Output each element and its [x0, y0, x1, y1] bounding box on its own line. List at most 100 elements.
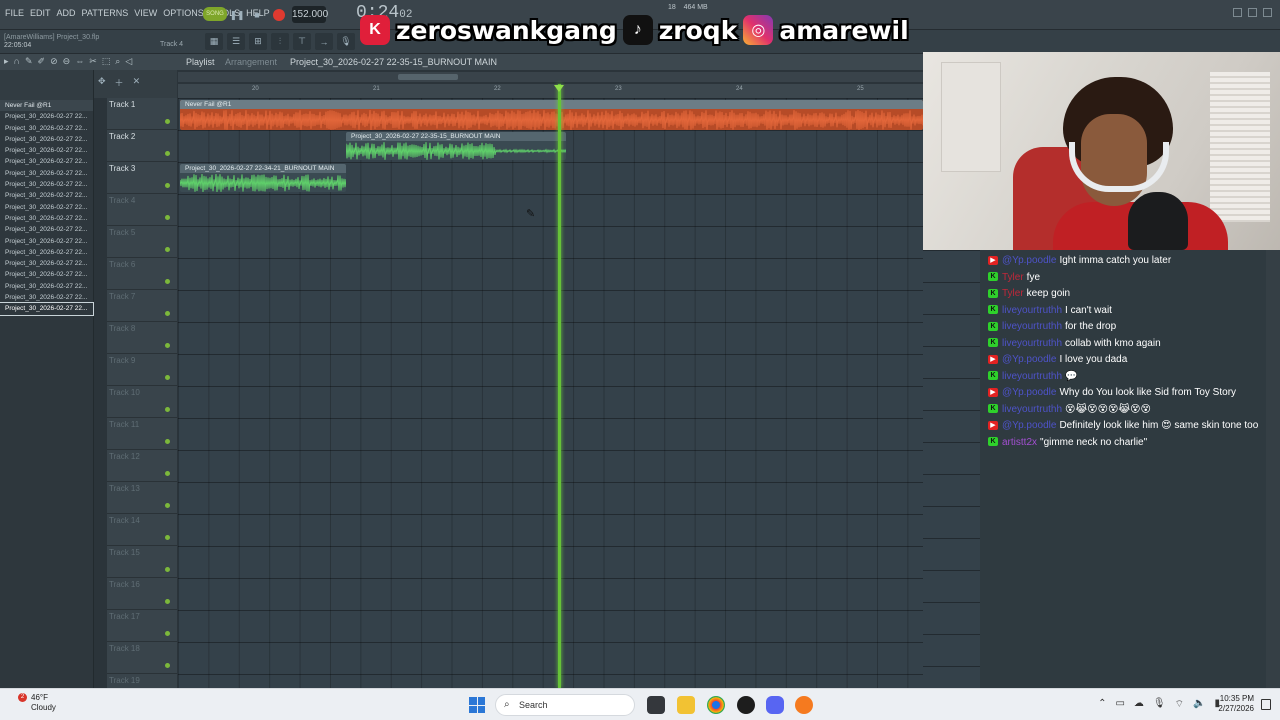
- plugin-icon[interactable]: ⊤: [293, 33, 311, 50]
- track-enable-icon[interactable]: [165, 599, 170, 604]
- close-icon[interactable]: [1263, 8, 1272, 17]
- track-enable-icon[interactable]: [165, 567, 170, 572]
- chat-username[interactable]: Tyler: [1002, 272, 1024, 283]
- browser-item[interactable]: Project_30_2026-02-27 22...: [0, 236, 93, 247]
- track-header[interactable]: Track 2: [107, 130, 177, 162]
- browser-item[interactable]: Project_30_2026-02-27 22...: [0, 281, 93, 292]
- browser-item[interactable]: Project_30_2026-02-27 22...: [0, 190, 93, 201]
- menu-file[interactable]: FILE: [5, 8, 24, 18]
- delete-icon[interactable]: ⊘: [50, 56, 58, 67]
- chat-username[interactable]: Tyler: [1002, 288, 1024, 299]
- playlist-grid[interactable]: Never Fail @R1 Project_30_2026-02-27 22-…: [178, 98, 923, 688]
- track-enable-icon[interactable]: [165, 215, 170, 220]
- browser-item[interactable]: Project_30_2026-02-27 22...: [0, 156, 93, 167]
- browser-item[interactable]: Project_30_2026-02-27 22...: [0, 247, 93, 258]
- track-enable-icon[interactable]: [165, 279, 170, 284]
- song-mode-toggle[interactable]: SONG: [203, 7, 227, 21]
- playhead[interactable]: [558, 84, 561, 688]
- playback-icon[interactable]: ◁: [125, 56, 132, 67]
- slice-icon[interactable]: ✂: [89, 56, 97, 67]
- current-pattern-label[interactable]: Project_30_2026-02-27 22-35-15_BURNOUT M…: [290, 57, 497, 67]
- menu-edit[interactable]: EDIT: [30, 8, 51, 18]
- browser-item[interactable]: Project_30_2026-02-27 22...: [0, 269, 93, 280]
- chevron-up-icon[interactable]: ⌃: [1098, 698, 1106, 711]
- browser-item[interactable]: Project_30_2026-02-27 22...: [0, 292, 93, 303]
- zoom-icon[interactable]: ⌕: [115, 56, 120, 67]
- browser-item[interactable]: Project_30_2026-02-27 22...: [0, 123, 93, 134]
- browser-item[interactable]: Project_30_2026-02-27 22...: [0, 145, 93, 156]
- clock[interactable]: 10:35 PM 2/27/2026: [1218, 694, 1254, 714]
- weather-widget[interactable]: 2 46°F Cloudy: [18, 693, 56, 713]
- track-header[interactable]: Track 5: [107, 226, 177, 258]
- menu-arrow-icon[interactable]: ▸: [4, 56, 9, 67]
- track-enable-icon[interactable]: [165, 311, 170, 316]
- tray-app-icon[interactable]: ▭: [1115, 698, 1124, 711]
- record-button[interactable]: [270, 6, 288, 24]
- brush-icon[interactable]: ✐: [38, 56, 46, 67]
- chat-username[interactable]: artistt2x: [1002, 437, 1037, 448]
- track-header[interactable]: Track 10: [107, 386, 177, 418]
- browser-item[interactable]: Project_30_2026-02-27 22...: [0, 213, 93, 224]
- menu-add[interactable]: ADD: [57, 8, 76, 18]
- slip-icon[interactable]: ⇔: [75, 56, 84, 67]
- chat-username[interactable]: liveyourtruthh: [1002, 305, 1062, 316]
- browser-item[interactable]: Project_30_2026-02-27 22...: [0, 168, 93, 179]
- browser-item[interactable]: Project_30_2026-02-27 22...: [0, 202, 93, 213]
- horizontal-scrollbar[interactable]: [178, 72, 923, 82]
- track-enable-icon[interactable]: [165, 439, 170, 444]
- track-enable-icon[interactable]: [165, 119, 170, 124]
- chat-username[interactable]: @Yp.poodle: [1002, 420, 1056, 431]
- chat-username[interactable]: liveyourtruthh: [1002, 371, 1062, 382]
- chat-username[interactable]: @Yp.poodle: [1002, 255, 1056, 266]
- track-enable-icon[interactable]: [165, 151, 170, 156]
- track-header[interactable]: Track 4: [107, 194, 177, 226]
- track-header[interactable]: Track 17: [107, 610, 177, 642]
- notifications-icon[interactable]: [1261, 699, 1271, 710]
- track-enable-icon[interactable]: [165, 535, 170, 540]
- tempo-display[interactable]: 152.000: [292, 6, 328, 23]
- browser-item[interactable]: Project_30_2026-02-27 22...: [0, 134, 93, 145]
- chat-username[interactable]: liveyourtruthh: [1002, 338, 1062, 349]
- track-header[interactable]: Track 13: [107, 482, 177, 514]
- track-enable-icon[interactable]: [165, 471, 170, 476]
- playhead-marker[interactable]: [554, 85, 564, 92]
- track-enable-icon[interactable]: [165, 375, 170, 380]
- piano-roll-icon[interactable]: ☰: [227, 33, 245, 50]
- track-enable-icon[interactable]: [165, 631, 170, 636]
- folder-icon[interactable]: [677, 696, 695, 714]
- menu-options[interactable]: OPTIONS: [163, 8, 204, 18]
- chat-username[interactable]: liveyourtruthh: [1002, 404, 1062, 415]
- browser-item[interactable]: Project_30_2026-02-27 22...: [0, 179, 93, 190]
- track-enable-icon[interactable]: [165, 663, 170, 668]
- mixer-icon[interactable]: ⫶: [271, 33, 289, 50]
- track-header[interactable]: Track 8: [107, 322, 177, 354]
- track-header[interactable]: Track 9: [107, 354, 177, 386]
- track-header[interactable]: Track 12: [107, 450, 177, 482]
- tray-cloud-icon[interactable]: ☁: [1134, 698, 1144, 711]
- move-icon[interactable]: ✥: [98, 76, 106, 89]
- chrome-icon[interactable]: [707, 696, 725, 714]
- file-explorer-icon[interactable]: [647, 696, 665, 714]
- audio-clip-burnout-main-3[interactable]: Project_30_2026-02-27 22-34-21_BURNOUT M…: [180, 164, 346, 192]
- channel-rack-icon[interactable]: ⊞: [249, 33, 267, 50]
- track-header[interactable]: Track 16: [107, 578, 177, 610]
- track-header[interactable]: Track 14: [107, 514, 177, 546]
- fl-studio-icon[interactable]: [737, 696, 755, 714]
- track-header[interactable]: Track 6: [107, 258, 177, 290]
- taskbar-search[interactable]: ⌕ Search: [495, 694, 635, 716]
- scroll-thumb[interactable]: [398, 74, 458, 80]
- browser-item[interactable]: Project_30_2026-02-27 22...: [0, 258, 93, 269]
- track-header[interactable]: Track 15: [107, 546, 177, 578]
- microphone-tray-icon[interactable]: 🎙: [1153, 698, 1166, 711]
- track-enable-icon[interactable]: [165, 407, 170, 412]
- track-enable-icon[interactable]: [165, 247, 170, 252]
- volume-icon[interactable]: 🔈: [1193, 698, 1205, 711]
- pause-button[interactable]: ❚❚: [228, 6, 246, 24]
- track-header[interactable]: Track 18: [107, 642, 177, 674]
- app-icon[interactable]: [795, 696, 813, 714]
- chat-username[interactable]: @Yp.poodle: [1002, 387, 1056, 398]
- windows-start-icon[interactable]: [469, 697, 485, 713]
- track-enable-icon[interactable]: [165, 343, 170, 348]
- discord-icon[interactable]: [766, 696, 784, 714]
- wifi-icon[interactable]: ⌔: [1175, 698, 1184, 711]
